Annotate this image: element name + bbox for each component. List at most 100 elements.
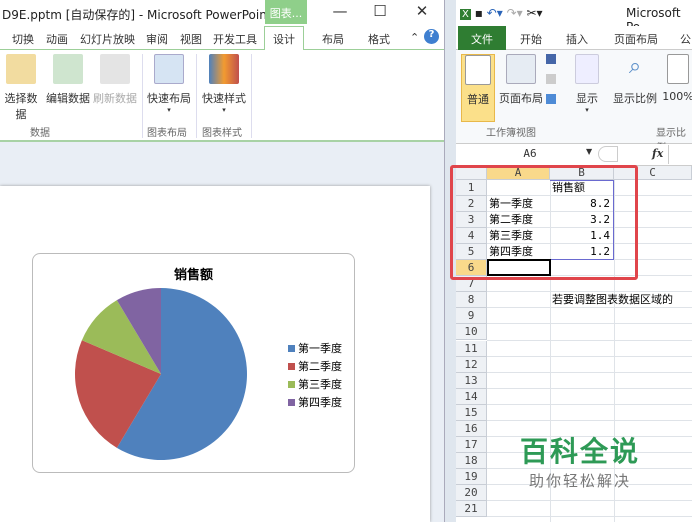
tab-page-layout[interactable]: 页面布局 [614, 31, 658, 47]
save-icon[interactable]: ▪ [475, 6, 483, 20]
button-label: 页面布局 [499, 92, 543, 105]
legend-item[interactable]: 第四季度 [288, 394, 342, 410]
grid-icon [465, 55, 491, 85]
close-button[interactable]: ✕ [404, 2, 440, 24]
quick-layout-icon [154, 54, 184, 84]
legend-item[interactable]: 第三季度 [288, 376, 342, 392]
collapse-ribbon-icon[interactable]: ⌃ [410, 31, 419, 44]
formula-bar-handle[interactable] [598, 146, 618, 162]
divider [251, 54, 252, 138]
formula-bar: A6 ▼ fx [456, 144, 692, 166]
button-label: 100% [662, 90, 692, 103]
group-chart-style: 图表样式 [202, 128, 242, 139]
edit-data-button[interactable]: 编辑数据 [44, 54, 92, 106]
redo-icon[interactable]: ↷▾ [507, 6, 523, 20]
row-header-10[interactable]: 10 [456, 324, 487, 341]
tab-transitions[interactable]: 切换 [12, 31, 34, 47]
insert-function-icon[interactable]: fx [652, 147, 663, 160]
divider [196, 54, 197, 138]
tab-file[interactable]: 文件 [458, 26, 506, 50]
row-header-16[interactable]: 16 [456, 420, 487, 437]
watermark-logo: 百科全说 助你轻松解决 [515, 430, 645, 491]
row-header-12[interactable]: 12 [456, 356, 487, 373]
legend-swatch [288, 381, 295, 388]
normal-view-button[interactable]: 普通 [461, 54, 495, 122]
ribbon-tabs: 文件 开始 插入 页面布局 公 [456, 26, 692, 50]
row-header-11[interactable]: 11 [456, 340, 487, 357]
select-data-icon [6, 54, 36, 84]
tab-design[interactable]: 设计 [264, 26, 304, 51]
tab-slideshow[interactable]: 幻灯片放映 [80, 31, 135, 47]
watermark-subtitle: 助你轻松解决 [528, 472, 631, 490]
legend-item[interactable]: 第一季度 [288, 340, 342, 356]
row-header-19[interactable]: 19 [456, 468, 487, 485]
name-box[interactable]: A6 [460, 147, 600, 160]
tools-icon[interactable]: ✂▾ [526, 6, 542, 20]
row-header-13[interactable]: 13 [456, 372, 487, 389]
refresh-data-button[interactable]: 刷新数据 [92, 54, 138, 106]
chart-title[interactable]: 销售额 [33, 264, 354, 283]
quick-style-icon [209, 54, 239, 84]
tab-formulas[interactable]: 公 [680, 31, 691, 47]
gridline [487, 500, 692, 501]
quick-layout-button[interactable]: 快速布局 ▾ [146, 54, 192, 114]
legend-label: 第四季度 [298, 396, 342, 409]
zoom-button[interactable]: ⌕ 显示比例 [612, 54, 658, 106]
zoom-100-button[interactable]: 100% [662, 54, 692, 103]
gridline [487, 403, 692, 405]
chart-object[interactable]: 销售额 第一季度 第二季度 第三季度 第四季度 [32, 253, 355, 473]
gridline [487, 323, 692, 325]
legend-label: 第一季度 [298, 342, 342, 355]
refresh-data-icon [100, 54, 130, 84]
legend-item[interactable]: 第二季度 [288, 358, 342, 374]
help-icon[interactable]: ? [424, 29, 439, 44]
maximize-button[interactable]: ☐ [362, 2, 398, 24]
tab-review[interactable]: 审阅 [146, 31, 168, 47]
quick-style-button[interactable]: 快速样式 ▾ [200, 54, 248, 114]
tab-view[interactable]: 视图 [180, 31, 202, 47]
excel-icon: X [460, 9, 471, 20]
group-chart-layout: 图表布局 [147, 128, 187, 139]
page-100-icon [667, 54, 689, 84]
pie-chart[interactable] [73, 286, 249, 462]
row-header-14[interactable]: 14 [456, 388, 487, 405]
tab-developer[interactable]: 开发工具 [213, 31, 257, 47]
row-header-17[interactable]: 17 [456, 436, 487, 453]
row-header-8[interactable]: 8 [456, 292, 487, 309]
edit-data-icon [53, 54, 83, 84]
divider [142, 54, 143, 138]
select-data-button[interactable]: 选择数据 [0, 54, 42, 122]
cell-b8[interactable]: 若要调整图表数据区域的 [552, 292, 673, 308]
quick-access-toolbar: X ▪ ↶▾ ↷▾ ✂▾ Microsoft Po [456, 0, 692, 34]
page-icon [506, 54, 536, 84]
tab-format[interactable]: 格式 [368, 31, 390, 47]
tab-layout[interactable]: 布局 [322, 31, 344, 47]
tab-animations[interactable]: 动画 [46, 31, 68, 47]
group-workbook-views: 工作簿视图 [486, 128, 536, 139]
tab-insert[interactable]: 插入 [566, 31, 588, 47]
button-label: 编辑数据 [46, 92, 90, 105]
gridline [487, 387, 692, 389]
formula-input[interactable] [668, 145, 692, 164]
name-box-dropdown-icon[interactable]: ▼ [586, 147, 592, 156]
ribbon-tabs: 切换 动画 幻灯片放映 审阅 视图 开发工具 设计 布局 格式 ⌃ ? [0, 26, 444, 51]
group-data: 数据 [30, 128, 50, 139]
chart-tools-context-tab[interactable]: 图表... [265, 0, 307, 24]
row-header-9[interactable]: 9 [456, 308, 487, 325]
page-layout-button[interactable]: 页面布局 [498, 54, 544, 106]
gridline [487, 419, 692, 421]
minimize-button[interactable]: — [322, 2, 358, 24]
undo-icon[interactable]: ↶▾ [487, 6, 503, 20]
row-header-18[interactable]: 18 [456, 452, 487, 469]
row-header-21[interactable]: 21 [456, 501, 487, 518]
show-icon [575, 54, 599, 84]
row-header-15[interactable]: 15 [456, 404, 487, 421]
view-small-buttons[interactable] [546, 54, 558, 104]
button-label: 选择数据 [4, 92, 38, 121]
show-button[interactable]: 显示 ▾ [572, 54, 602, 114]
button-label: 刷新数据 [93, 92, 137, 105]
row-header-20[interactable]: 20 [456, 484, 487, 501]
button-label: 显示比例 [613, 92, 657, 105]
tab-home[interactable]: 开始 [520, 31, 542, 47]
watermark-title: 百科全说 [519, 435, 640, 468]
